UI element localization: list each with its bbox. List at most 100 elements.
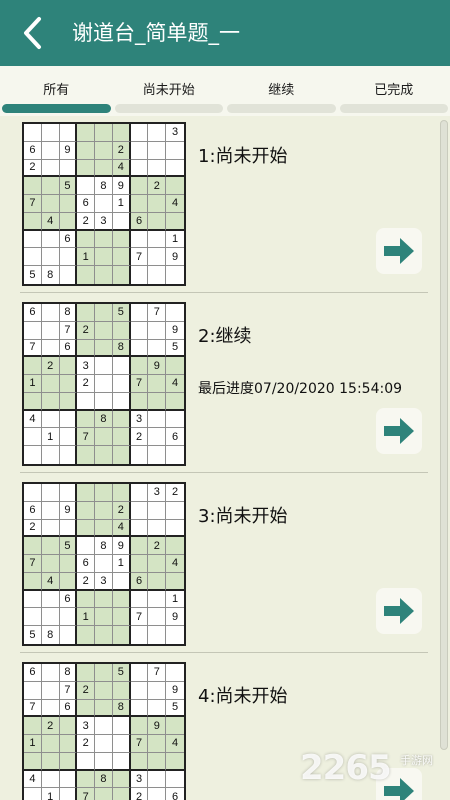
sudoku-cell [24,717,42,736]
arrow-right-icon [384,418,414,444]
sudoku-cell [59,484,78,502]
puzzle-card[interactable]: 6857729768523912744831726 2:继续 最后进度07/20… [20,296,428,476]
sudoku-cell [24,484,42,502]
sudoku-cell: 2 [77,572,96,591]
puzzle-list[interactable]: 3692245892761442366117958 1:尚未开始 6857729… [0,116,450,800]
sudoku-cell [24,752,42,771]
sudoku-cell [166,664,184,682]
open-puzzle-button[interactable] [376,588,422,634]
sudoku-cell [112,484,131,502]
sudoku-cell [59,124,78,142]
sudoku-cell [130,501,149,520]
sudoku-cell [148,752,167,771]
sudoku-cell: 7 [24,699,42,718]
sudoku-cell [41,339,60,358]
sudoku-cell [148,555,167,573]
sudoku-cell [41,141,60,160]
sudoku-cell [24,357,42,376]
sudoku-cell [77,339,96,358]
sudoku-cell: 6 [24,304,42,322]
sudoku-cell [166,212,184,231]
sudoku-cell [130,484,149,502]
sudoku-cell [95,266,113,284]
puzzle-title: 2:继续 [198,326,252,347]
tab-continue[interactable]: 继续 [225,66,338,116]
sudoku-cell [41,304,60,322]
sudoku-cell [77,177,96,196]
sudoku-cell [77,141,96,160]
sudoku-cell: 8 [59,304,78,322]
puzzle-card[interactable]: 3692245892761442366117958 1:尚未开始 [20,116,428,296]
sudoku-cell [95,321,113,340]
sudoku-cell: 6 [24,501,42,520]
sudoku-cell [24,681,42,700]
sudoku-cell [148,248,167,267]
sudoku-cell: 6 [59,699,78,718]
puzzle-title: 3:尚未开始 [198,506,288,527]
sudoku-cell [77,484,96,502]
sudoku-cell [166,304,184,322]
sudoku-cell: 3 [95,572,113,591]
sudoku-cell: 2 [41,717,60,736]
sudoku-cell [41,555,60,573]
scrollbar-thumb[interactable] [440,120,448,750]
sudoku-cell [166,502,184,520]
open-puzzle-button[interactable] [376,228,422,274]
open-puzzle-button[interactable] [376,408,422,454]
sudoku-cell [41,159,60,178]
arrow-right-icon [384,238,414,264]
sudoku-cell: 8 [95,537,113,556]
scrollbar[interactable] [440,116,448,800]
sudoku-cell [131,266,149,284]
sudoku-cell: 4 [166,195,184,213]
sudoku-cell: 8 [42,266,60,284]
sudoku-cell [77,266,96,284]
sudoku-cell: 1 [41,428,60,447]
sudoku-cell [112,321,131,340]
sudoku-cell [95,788,113,800]
sudoku-cell [59,159,78,178]
sudoku-cell: 8 [95,177,113,196]
tab-label: 继续 [268,83,295,98]
sudoku-cell [130,159,149,178]
sudoku-cell [166,357,184,376]
sudoku-cell [24,537,42,556]
sudoku-cell: 5 [166,340,184,358]
sudoku-cell [130,717,149,736]
puzzle-card[interactable]: 32692245892761442366117958 3:尚未开始 [20,476,428,656]
sudoku-cell: 4 [166,555,184,573]
sudoku-cell [95,664,113,682]
sudoku-cell [148,501,167,520]
sudoku-cell [148,788,167,800]
sudoku-cell [148,681,167,700]
sudoku-cell [148,212,167,231]
sudoku-cell: 7 [59,321,78,340]
back-button[interactable] [14,13,54,53]
back-chevron-icon [24,17,41,49]
sudoku-cell: 3 [148,484,167,502]
sudoku-cell: 6 [24,664,42,682]
sudoku-cell [148,321,167,340]
sudoku-cell: 1 [166,231,184,249]
sudoku-cell: 4 [24,770,42,789]
sudoku-cell: 8 [59,664,78,682]
sudoku-cell: 2 [41,357,60,376]
sudoku-cell: 1 [77,608,96,627]
sudoku-grid: 32692245892761442366117958 [22,482,186,646]
sudoku-cell [59,572,78,591]
tab-all[interactable]: 所有 [0,66,113,116]
sudoku-cell: 2 [24,519,42,538]
sudoku-cell [166,266,184,284]
sudoku-cell [166,392,184,411]
sudoku-cell [60,788,78,800]
sudoku-cell: 2 [77,681,96,700]
sudoku-cell: 2 [77,321,96,340]
sudoku-cell [166,626,184,644]
sudoku-cell [95,717,113,736]
tab-completed[interactable]: 已完成 [338,66,450,116]
sudoku-cell [112,410,131,429]
sudoku-cell [77,410,96,429]
sudoku-cell: 5 [112,304,131,322]
tab-not-started[interactable]: 尚未开始 [113,66,226,116]
sudoku-cell [95,357,113,376]
